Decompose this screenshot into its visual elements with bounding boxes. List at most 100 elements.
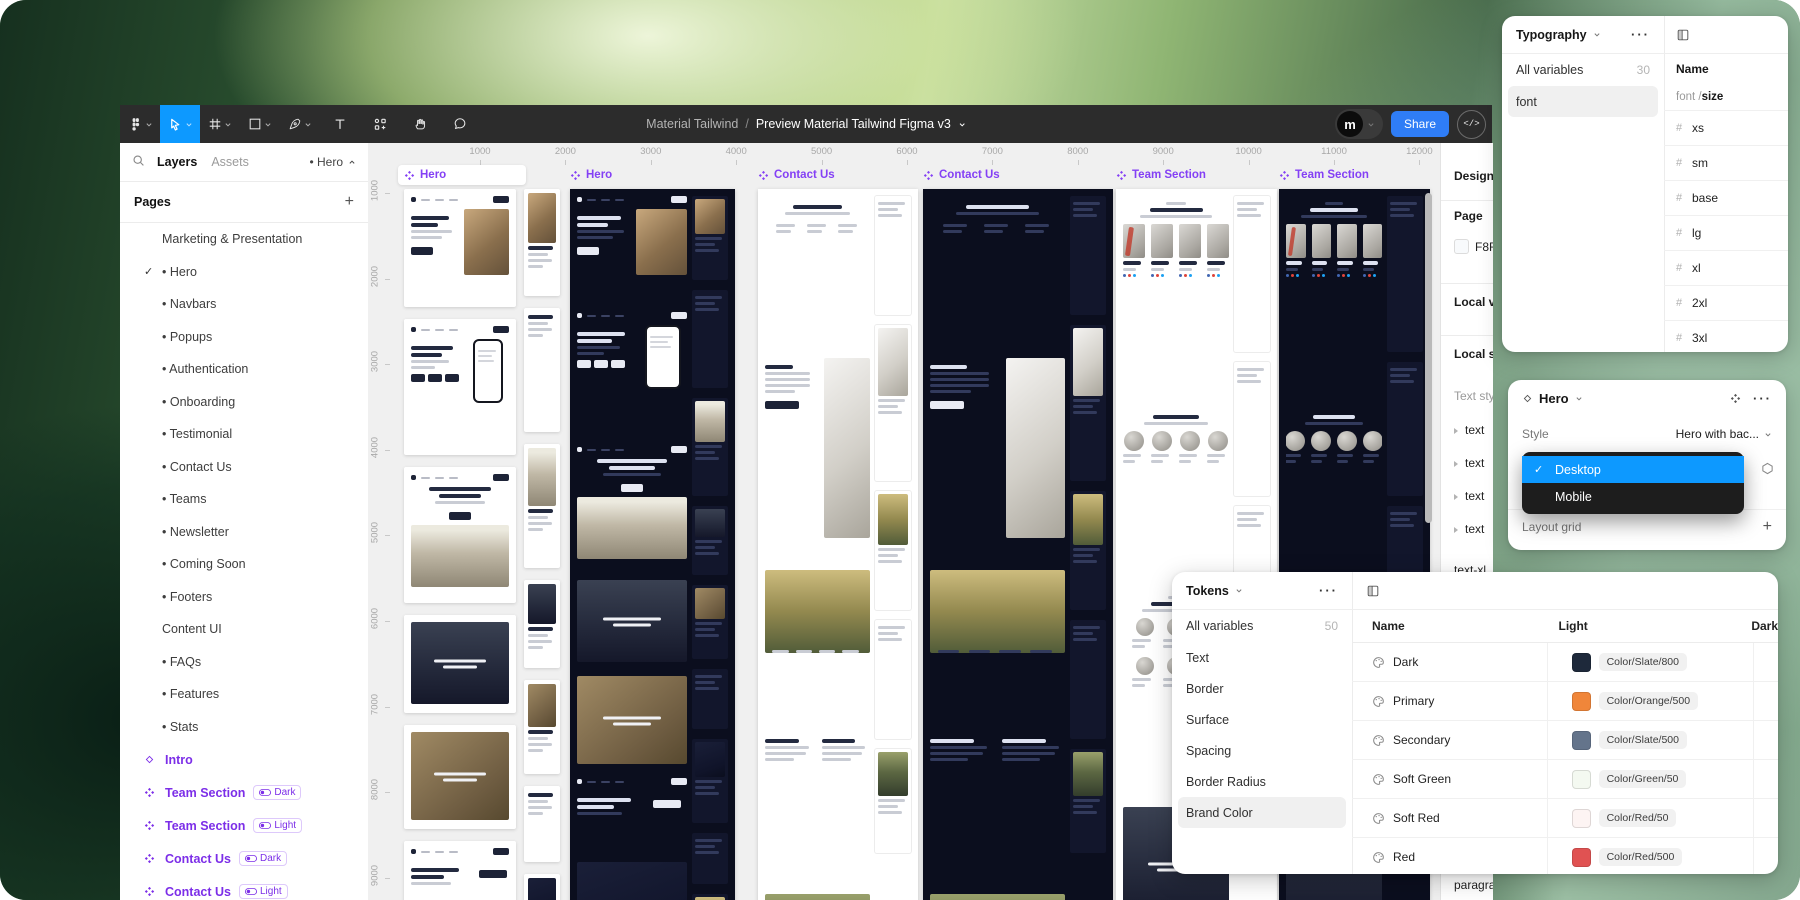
text-style-row[interactable]: text <box>1454 423 1484 437</box>
mini-design-card[interactable] <box>404 615 516 713</box>
tab-layers[interactable]: Layers <box>157 155 197 169</box>
text-style-row[interactable]: text <box>1454 456 1484 470</box>
mini-design-card-mobile[interactable] <box>524 680 560 774</box>
local-variables-label[interactable]: Local va <box>1454 295 1493 309</box>
shape-tool[interactable] <box>240 105 280 143</box>
move-tool[interactable] <box>160 105 200 143</box>
table-layout-icon[interactable] <box>1366 584 1380 598</box>
layer-intro[interactable]: Intro <box>120 743 368 776</box>
token-row-dark[interactable]: Dark Color/Slate/800 Colo <box>1352 643 1778 682</box>
variable-chip[interactable]: Color/Red/500 <box>1599 848 1683 866</box>
artboard-label-team-section[interactable]: Team Section <box>1116 169 1206 181</box>
chevron-down-icon[interactable] <box>958 117 966 131</box>
sidebar-page-hero[interactable]: ✓• Hero <box>120 256 368 289</box>
token-group-border[interactable]: Border <box>1178 673 1346 704</box>
sidebar-page-teams[interactable]: • Teams <box>120 483 368 516</box>
token-group-surface[interactable]: Surface <box>1178 704 1346 735</box>
breadcrumb[interactable]: Material Tailwind / Preview Material Tai… <box>646 117 966 131</box>
local-styles-label[interactable]: Local styles <box>1454 347 1493 361</box>
hand-tool[interactable] <box>400 105 440 143</box>
mini-design-card-mobile[interactable] <box>524 189 560 296</box>
token-row-soft-red[interactable]: Soft Red Color/Red/50 Colo <box>1352 799 1778 838</box>
artboard-frame-contact-us-light[interactable] <box>758 189 918 900</box>
variant-badge[interactable]: Dark <box>253 785 301 800</box>
style-value-dropdown[interactable]: Hero with bac... <box>1676 427 1772 441</box>
sidebar-page-navbars[interactable]: • Navbars <box>120 288 368 321</box>
sidebar-page-contact-us[interactable]: • Contact Us <box>120 451 368 484</box>
variant-badge[interactable]: Light <box>253 818 302 833</box>
token-row-soft-green[interactable]: Soft Green Color/Green/50 Colo <box>1352 760 1778 799</box>
variant-badge[interactable]: Dark <box>239 851 287 866</box>
token-row-red[interactable]: Red Color/Red/500 Colo <box>1352 838 1778 874</box>
layer-team-section-light[interactable]: Team SectionLight <box>120 809 368 842</box>
share-button[interactable]: Share <box>1391 111 1449 137</box>
sidebar-page-features[interactable]: • Features <box>120 678 368 711</box>
variable-row-xs[interactable]: #xs <box>1664 111 1788 146</box>
sidebar-page-onboarding[interactable]: • Onboarding <box>120 386 368 419</box>
table-layout-icon[interactable] <box>1676 28 1690 42</box>
sidebar-page-footers[interactable]: • Footers <box>120 581 368 614</box>
artboard-frame-hero-dark[interactable] <box>570 189 735 900</box>
artboard-label-contact-us[interactable]: Contact Us <box>923 169 1000 181</box>
frame-tool[interactable] <box>200 105 240 143</box>
breadcrumb-team[interactable]: Material Tailwind <box>646 117 738 131</box>
mini-design-card-mobile[interactable] <box>524 308 560 432</box>
layer-contact-us-dark[interactable]: Contact UsDark <box>120 842 368 875</box>
tab-assets[interactable]: Assets <box>211 155 249 169</box>
mini-design-card[interactable] <box>404 189 516 307</box>
variable-chip[interactable]: Color/Green/50 <box>1599 770 1687 788</box>
sidebar-page-content-ui[interactable]: Content UI <box>120 613 368 646</box>
chevron-down-icon[interactable] <box>1575 395 1583 402</box>
add-page-button[interactable]: + <box>345 193 354 211</box>
avatar[interactable]: m <box>1337 111 1363 137</box>
all-variables-row[interactable]: All variables 30 <box>1502 54 1664 86</box>
panel-menu-icon[interactable]: ··· <box>1319 583 1338 598</box>
token-group-border-radius[interactable]: Border Radius <box>1178 766 1346 797</box>
mini-design-card-mobile[interactable] <box>524 580 560 668</box>
chevron-down-icon[interactable] <box>1235 587 1243 594</box>
pen-tool[interactable] <box>280 105 320 143</box>
sidebar-page-marketing-presentation[interactable]: Marketing & Presentation <box>120 223 368 256</box>
text-style-row[interactable]: text <box>1454 522 1484 536</box>
current-page-selector[interactable]: • Hero <box>309 155 356 169</box>
comment-tool[interactable] <box>440 105 480 143</box>
tokens-panel-title[interactable]: Tokens <box>1186 584 1229 598</box>
page-color-value[interactable]: F8F... <box>1475 240 1493 254</box>
variable-row-base[interactable]: #base <box>1664 181 1788 216</box>
token-row-primary[interactable]: Primary Color/Orange/500 Colo <box>1352 682 1778 721</box>
panel-menu-icon[interactable]: ··· <box>1631 27 1650 42</box>
variable-chip[interactable]: Color/Red/50 <box>1599 809 1677 827</box>
artboard-frame-contact-us-dark[interactable] <box>923 189 1113 900</box>
all-variables-row[interactable]: All variables 50 <box>1172 610 1352 642</box>
breadcrumb-file-name[interactable]: Preview Material Tailwind Figma v3 <box>756 117 951 131</box>
sidebar-page-authentication[interactable]: • Authentication <box>120 353 368 386</box>
sidebar-page-newsletter[interactable]: • Newsletter <box>120 516 368 549</box>
variable-chip[interactable]: Color/Orange/500 <box>1599 692 1698 710</box>
variant-badge[interactable]: Light <box>239 884 288 899</box>
sidebar-page-faqs[interactable]: • FAQs <box>120 646 368 679</box>
artboard-label-hero[interactable]: Hero <box>404 169 446 181</box>
token-group-text[interactable]: Text <box>1178 642 1346 673</box>
canvas-scrollbar[interactable] <box>1425 193 1432 523</box>
text-style-row[interactable]: text <box>1454 489 1484 503</box>
component-icon[interactable] <box>1730 393 1741 404</box>
variable-row-2xl[interactable]: #2xl <box>1664 286 1788 321</box>
variable-row-sm[interactable]: #sm <box>1664 146 1788 181</box>
variable-row-lg[interactable]: #lg <box>1664 216 1788 251</box>
account-menu[interactable]: m <box>1335 109 1383 139</box>
dev-mode-toggle[interactable]: </> <box>1457 110 1486 139</box>
token-row-secondary[interactable]: Secondary Color/Slate/500 Colo <box>1352 721 1778 760</box>
token-group-spacing[interactable]: Spacing <box>1178 735 1346 766</box>
sidebar-page-popups[interactable]: • Popups <box>120 321 368 354</box>
text-style-row[interactable]: paragraph <box>1454 878 1493 892</box>
dropdown-option-mobile[interactable]: Mobile <box>1522 483 1744 510</box>
chevron-down-icon[interactable] <box>1593 31 1601 38</box>
layer-team-section-dark[interactable]: Team SectionDark <box>120 776 368 809</box>
artboard-label-hero[interactable]: Hero <box>570 169 612 181</box>
mini-design-card[interactable] <box>404 467 516 603</box>
mini-design-card[interactable] <box>404 725 516 829</box>
variable-row-xl[interactable]: #xl <box>1664 251 1788 286</box>
token-group-brand-color[interactable]: Brand Color <box>1178 797 1346 828</box>
variable-group-font[interactable]: font <box>1508 86 1658 117</box>
panel-menu-icon[interactable]: ··· <box>1753 391 1772 406</box>
